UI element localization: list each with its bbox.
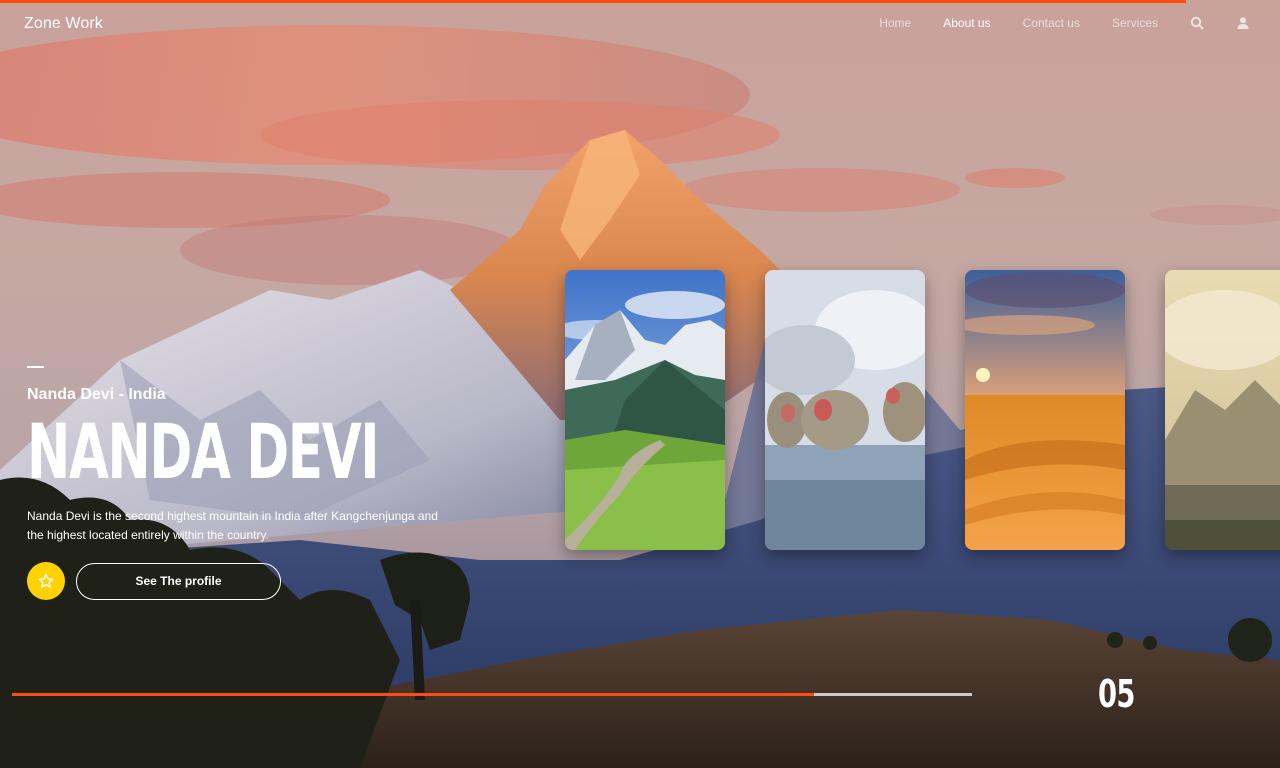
card-alpine-valley[interactable]: [565, 270, 725, 550]
nav-link-contact-us[interactable]: Contact us: [1023, 16, 1080, 30]
hero-description: Nanda Devi is the second highest mountai…: [27, 509, 438, 542]
hero-title: NANDA DEVI: [27, 407, 380, 496]
nav-link-home[interactable]: Home: [879, 16, 911, 30]
hero-subtitle: Nanda Devi - India: [27, 386, 166, 403]
top-progress-line: [0, 0, 1186, 3]
slider-progress-fill: [12, 693, 814, 696]
card-desert-sunset[interactable]: [965, 270, 1125, 550]
nav-links: Home About us Contact us Services: [847, 16, 1250, 30]
favorite-button[interactable]: [27, 562, 65, 600]
top-navbar: Zone Work Home About us Contact us Servi…: [0, 0, 1280, 48]
accent-dash: [27, 366, 44, 368]
hero-section: Nanda Devi - India NANDA DEVI Nanda Devi…: [27, 366, 467, 600]
slider-progress-bar[interactable]: [12, 693, 972, 696]
nav-link-about-us[interactable]: About us: [943, 16, 990, 30]
nav-link-services[interactable]: Services: [1112, 16, 1158, 30]
star-icon: [38, 573, 54, 588]
hero-actions: See The profile: [27, 562, 467, 600]
search-icon[interactable]: [1190, 16, 1204, 30]
card-misty-lake[interactable]: [1165, 270, 1280, 550]
see-profile-button[interactable]: See The profile: [76, 562, 281, 600]
brand-logo[interactable]: Zone Work: [24, 15, 103, 33]
slide-number: 05: [1098, 672, 1135, 716]
user-icon[interactable]: [1236, 16, 1250, 30]
card-snow-monkeys[interactable]: [765, 270, 925, 550]
